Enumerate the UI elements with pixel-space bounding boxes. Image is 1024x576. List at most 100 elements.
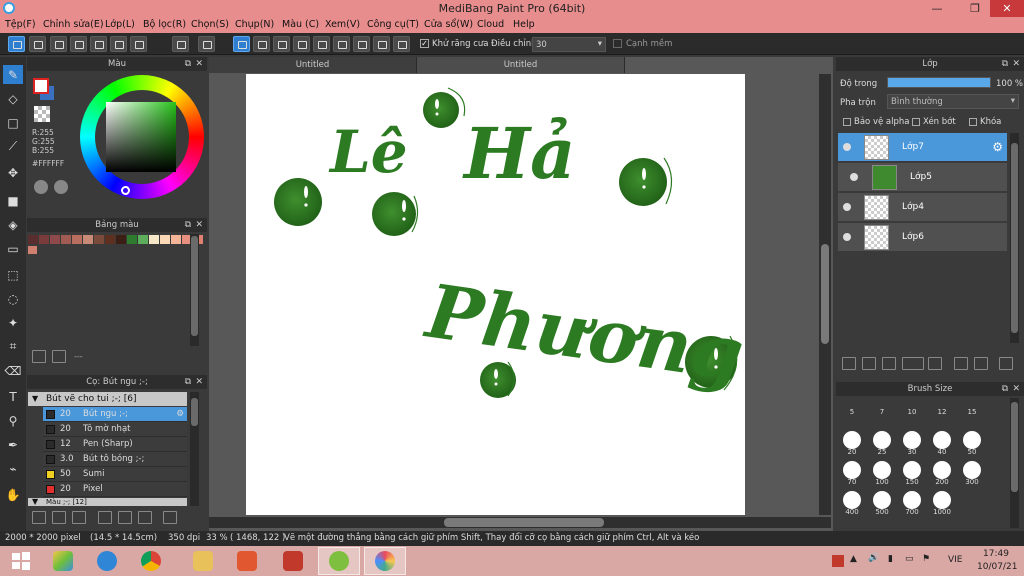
undock-icon[interactable]: ⧉	[185, 218, 191, 232]
palette-swatch[interactable]	[28, 246, 37, 254]
brush-size-option[interactable]: 70	[838, 457, 866, 486]
menu-cloud[interactable]: Cloud	[477, 19, 504, 30]
brush-size-option[interactable]: 20	[838, 427, 866, 456]
hand-icon[interactable]: ✋	[3, 485, 23, 504]
brush-group-header[interactable]: ▼ Bút vẽ cho tui ;-; [6]	[28, 392, 187, 406]
divide-icon[interactable]: ⚲	[3, 411, 23, 430]
brush-delete-icon[interactable]	[163, 511, 177, 524]
internet-explorer-icon[interactable]	[86, 547, 128, 575]
visibility-icon[interactable]	[843, 203, 851, 211]
layer-row[interactable]: Lớp7 ⚙	[838, 133, 1007, 162]
stabilizer-icon[interactable]	[8, 36, 25, 52]
brush-size-scrollbar[interactable]	[1010, 398, 1019, 528]
no-snap-icon[interactable]	[233, 36, 250, 52]
palette-scroll-thumb[interactable]	[191, 236, 198, 336]
brush-size-option[interactable]: 40	[928, 427, 956, 456]
new-halftone-layer-icon[interactable]	[862, 357, 876, 370]
undock-icon[interactable]: ⧉	[1002, 382, 1008, 396]
select-pen-icon[interactable]: ⌗	[3, 337, 23, 356]
palette-swatch[interactable]	[138, 235, 148, 244]
lasso-icon[interactable]: ◌	[3, 289, 23, 308]
list-icon[interactable]	[110, 36, 127, 52]
foreground-color-swatch[interactable]	[33, 78, 49, 94]
brush-item[interactable]: 50 Sumi	[43, 467, 187, 482]
gear-icon[interactable]: ⚙	[176, 407, 184, 422]
bluestacks-icon[interactable]	[42, 547, 84, 575]
gear-icon[interactable]: ⚙	[992, 140, 1003, 154]
undock-icon[interactable]: ⧉	[185, 57, 191, 71]
clock-date[interactable]: 10/07/21	[977, 562, 1017, 572]
brush-duplicate-icon[interactable]	[138, 511, 152, 524]
settings-snap-icon[interactable]	[393, 36, 410, 52]
canvas-vertical-scrollbar[interactable]	[819, 74, 831, 515]
palette-swatch[interactable]	[39, 235, 49, 244]
palette-scrollbar[interactable]	[190, 234, 199, 346]
brush-scroll-thumb[interactable]	[191, 398, 198, 426]
menu-capture[interactable]: Chụp(N)	[235, 19, 274, 30]
select-rect-icon[interactable]: ⬚	[3, 265, 23, 284]
palette-swatch[interactable]	[83, 235, 93, 244]
windows-start-icon[interactable]	[0, 547, 42, 575]
menu-select[interactable]: Chọn(S)	[191, 19, 229, 30]
brush-size-option[interactable]: 1000	[928, 487, 956, 516]
eyedropper-icon[interactable]: ⌁	[3, 459, 23, 478]
language-indicator[interactable]: VIE	[948, 555, 963, 565]
import-layer-icon[interactable]	[882, 357, 896, 370]
move-icon[interactable]: ✥	[3, 163, 23, 182]
correction-select[interactable]: 30 ▾	[532, 37, 606, 52]
brush-size-option[interactable]: 15	[958, 387, 986, 416]
blend-select[interactable]: Bình thường ▾	[887, 94, 1019, 109]
close-icon[interactable]: ✕	[195, 218, 203, 232]
tray-chevron-icon[interactable]: ▲	[850, 554, 857, 564]
network-app-icon[interactable]	[272, 547, 314, 575]
palette-swatch[interactable]	[72, 235, 82, 244]
brush-size-option[interactable]: 10	[898, 387, 926, 416]
protect-alpha-checkbox[interactable]	[843, 118, 851, 126]
brush-size-option[interactable]: 50	[958, 427, 986, 456]
export-icon[interactable]	[29, 36, 46, 52]
brush-size-option[interactable]: 200	[928, 457, 956, 486]
close-icon[interactable]: ✕	[195, 57, 203, 71]
circle-snap-icon[interactable]	[333, 36, 350, 52]
merge-layer-icon[interactable]	[974, 357, 988, 370]
tray-app-icon[interactable]	[832, 555, 844, 567]
medibang-icon[interactable]	[364, 547, 406, 575]
hue-marker[interactable]	[121, 186, 130, 195]
brush-size-option[interactable]: 12	[928, 387, 956, 416]
canvas-vscroll-thumb[interactable]	[821, 244, 829, 344]
brush-size-scroll-thumb[interactable]	[1011, 402, 1018, 492]
brush-size-option[interactable]: 25	[868, 427, 896, 456]
brush-size-option[interactable]: 700	[898, 487, 926, 516]
brush-size-option[interactable]: 400	[838, 487, 866, 516]
layer-folder-icon[interactable]	[928, 357, 942, 370]
brush-scrollbar[interactable]	[190, 392, 199, 506]
brush-add-icon[interactable]	[72, 511, 86, 524]
brush-new-icon[interactable]	[52, 511, 66, 524]
visibility-icon[interactable]	[843, 233, 851, 241]
radial-snap-icon[interactable]	[313, 36, 330, 52]
palette-swatch[interactable]	[160, 235, 170, 244]
brush-item[interactable]: 12 Pen (Sharp)	[43, 437, 187, 452]
brush-icon[interactable]: ✎	[3, 65, 23, 84]
menu-filter[interactable]: Bộ lọc(R)	[143, 19, 186, 30]
ring-snap-icon[interactable]	[373, 36, 390, 52]
close-icon[interactable]: ✕	[1012, 382, 1020, 396]
undock-icon[interactable]: ⧉	[1002, 57, 1008, 71]
layer-row[interactable]: Lớp4	[838, 193, 1007, 222]
snap-checkbox[interactable]	[613, 39, 622, 48]
visibility-icon[interactable]	[850, 173, 858, 181]
menu-window[interactable]: Cửa sổ(W)	[424, 19, 473, 30]
delete-palette-icon[interactable]	[52, 350, 66, 363]
brush-size-option[interactable]: 150	[898, 457, 926, 486]
magic-wand-icon[interactable]: ✦	[3, 313, 23, 332]
green-app-icon[interactable]	[318, 547, 360, 575]
gradient-icon[interactable]: ▭	[3, 239, 23, 258]
undo-icon[interactable]	[172, 36, 189, 52]
comment-icon[interactable]	[70, 36, 87, 52]
document-tab-2[interactable]: Untitled	[417, 57, 625, 73]
flag-icon[interactable]: ⚑	[922, 554, 930, 564]
fill-rect-icon[interactable]: ■	[3, 191, 23, 210]
brush-item[interactable]: 20 Tô mờ nhạt	[43, 422, 187, 437]
select-eraser-icon[interactable]: ⌫	[3, 361, 23, 380]
brush-size-option[interactable]: 7	[868, 387, 896, 416]
